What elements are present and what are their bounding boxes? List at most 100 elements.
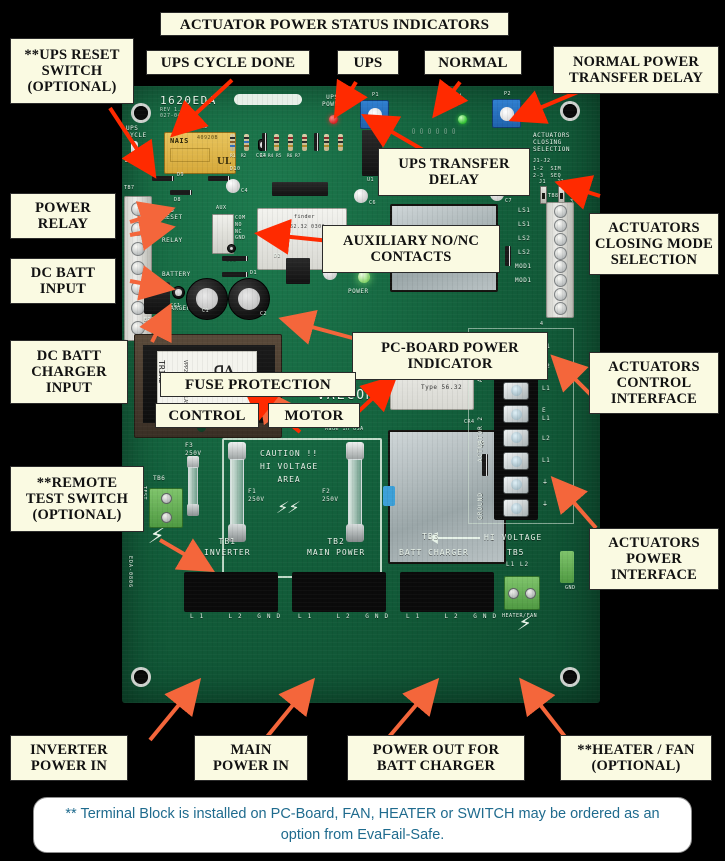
silk-jumper-table: J1-J2 1-2 SIM 2-3 SEQ [533, 158, 562, 179]
silk-relay-brand: NAIS [170, 137, 189, 145]
callout-remote-test-switch: **REMOTE TEST SWITCH (OPTIONAL) [10, 466, 144, 532]
terminal-block-tb5-heater-fan[interactable] [504, 576, 540, 610]
silk-u1: U1 [367, 177, 375, 183]
silk-finder-type: 62.32 0300 [290, 224, 326, 230]
silk-normal-power: NORMAL POWER [439, 93, 464, 107]
fuse-f3-control [185, 456, 201, 516]
silk-relay-model: 40920B [197, 135, 219, 141]
mounting-hole [134, 670, 148, 684]
trimpot-p2-normal-transfer-delay[interactable] [492, 99, 521, 128]
diode-d1 [222, 272, 248, 277]
silk-d8: D8 [174, 197, 182, 203]
silk-c6: C6 [369, 200, 377, 206]
callout-auxiliary-contacts: AUXILIARY NO/NC CONTACTS [322, 225, 500, 273]
silk-cc1: CC1 [170, 303, 181, 309]
callout-ups: UPS [337, 50, 399, 75]
tb7-screws[interactable] [126, 199, 150, 338]
silk-aux-pins: COM NO NC GND [235, 215, 246, 242]
silk-power-label: POWER [348, 288, 369, 295]
callout-inverter-power-in: INVERTER POWER IN [10, 735, 128, 781]
fuse-f1-motor [226, 442, 248, 542]
callout-actuators-control-interface: ACTUATORS CONTROL INTERFACE [589, 352, 719, 414]
callout-power-relay: POWER RELAY [10, 193, 116, 239]
capacitor-c1 [186, 278, 228, 320]
silk-r-labels: R1 R2 R3 R4 R5 R6 R7 [230, 154, 301, 159]
callout-normal-power-transfer-delay: NORMAL POWER TRANSFER DELAY [553, 46, 719, 94]
silk-tb8-pin-MOD1b: MOD1 [515, 277, 532, 284]
silk-aux: AUX [216, 205, 227, 211]
callout-fuse-protection: FUSE PROTECTION [160, 372, 356, 397]
bridge-rectifier-br1 [144, 282, 170, 314]
callout-power-out-batt-charger: POWER OUT FOR BATT CHARGER [347, 735, 525, 781]
silk-tb8: TB8 [548, 193, 559, 199]
callout-heater-fan: **HEATER / FAN (OPTIONAL) [560, 735, 712, 781]
diode-d2 [222, 256, 248, 261]
callout-ups-reset-switch: **UPS RESET SWITCH (OPTIONAL) [10, 38, 134, 104]
hi-voltage-arrow-head [428, 532, 438, 544]
callout-actuator-power-status: ACTUATOR POWER STATUS INDICATORS [160, 12, 509, 36]
silk-j2: J2 [557, 179, 565, 185]
callout-dc-batt-charger-input: DC BATT CHARGER INPUT [10, 340, 128, 404]
resistor-r4 [288, 134, 293, 151]
resistor-r2 [244, 134, 249, 151]
silk-tb8-pin-LS1b: LS1 [518, 221, 531, 228]
callout-pc-board-power-indicator: PC-BOARD POWER INDICATOR [352, 332, 548, 380]
silk-part-sub: REV 1.5 027-0422 [160, 107, 189, 119]
trimpot-p1-ups-transfer-delay[interactable] [360, 100, 389, 129]
silk-part-number: 1620EDA [160, 94, 217, 107]
silk-tb7: TB7 [124, 185, 135, 191]
diode-d10 [208, 176, 230, 181]
silk-t1: T1 [297, 317, 305, 323]
silk-tb8-pin-LS1a: LS1 [518, 207, 531, 214]
high-voltage-bolt-icon: ⚡⚡ [274, 498, 302, 517]
mounting-hole [563, 104, 577, 118]
terminal-block-tb1-inverter[interactable] [184, 572, 278, 612]
component-c4 [226, 179, 240, 193]
callout-normal: NORMAL [424, 50, 522, 75]
silk-finder-top: finder [294, 214, 316, 220]
silk-tb5: TB5 [507, 548, 525, 557]
diode-d-vert-1 [505, 246, 511, 266]
diode-d8 [170, 190, 192, 195]
terminal-block-tb6-remote-test[interactable] [149, 488, 183, 528]
silk-battery: BATTERY [162, 271, 191, 278]
resistor-r7 [338, 134, 343, 151]
capacitor-c2 [228, 278, 270, 320]
silk-small-comps: ⌷ ⌷ ⌷ ⌷ ⌷ ⌷ [412, 129, 457, 135]
callout-ups-transfer-delay: UPS TRANSFER DELAY [378, 148, 530, 196]
mounting-hole [563, 670, 577, 684]
terminal-block-tb2-main-power[interactable] [292, 572, 386, 612]
callout-ups-cycle-done: UPS CYCLE DONE [146, 50, 310, 75]
ups-power-led [329, 115, 338, 124]
silk-tb3-pins: L1 L2 GND [406, 613, 503, 620]
hi-voltage-arrow-line [436, 537, 480, 539]
callout-motor: MOTOR [268, 403, 360, 428]
component-c6 [354, 189, 368, 203]
heatsink-block [286, 258, 310, 284]
silk-cc4: CC4 [256, 153, 267, 159]
silk-ups-power: UPS POWER [322, 94, 343, 108]
silk-ups-cycle: UPS CYCLE [126, 125, 147, 139]
resistor-r6 [324, 134, 329, 151]
silk-d1: D1 [250, 270, 258, 276]
normal-power-led [458, 115, 467, 124]
silk-tb2-pins: L1 L2 GND [298, 613, 395, 620]
silk-ups-reset: UPS RESET [162, 207, 183, 221]
silk-tb8-pin-LS2b: LS2 [518, 249, 531, 256]
diagram-canvas: 1620EDA REV 1.5 027-0422 UPS CYCLE DONE … [0, 0, 725, 861]
tb8-screws[interactable] [548, 205, 572, 315]
ic-block-small [272, 182, 328, 196]
silk-tb6: TB6 [153, 475, 166, 482]
terminal-block-tb3-batt-charger[interactable] [400, 572, 494, 612]
silk-gnd-right: GND [565, 585, 576, 591]
silk-p2: P2 [504, 91, 512, 97]
capacitor-cc1 [172, 286, 185, 299]
relay-cr6: NAIS 40920B UL [164, 132, 236, 174]
diode-d9 [152, 176, 174, 181]
callout-actuators-power-interface: ACTUATORS POWER INTERFACE [589, 528, 719, 590]
diode-d12 [314, 133, 319, 151]
jumper-j1[interactable] [540, 186, 547, 204]
silk-p1: P1 [372, 92, 380, 98]
fuse-f2-motor [344, 442, 366, 542]
silk-j1: J1 [539, 179, 547, 185]
